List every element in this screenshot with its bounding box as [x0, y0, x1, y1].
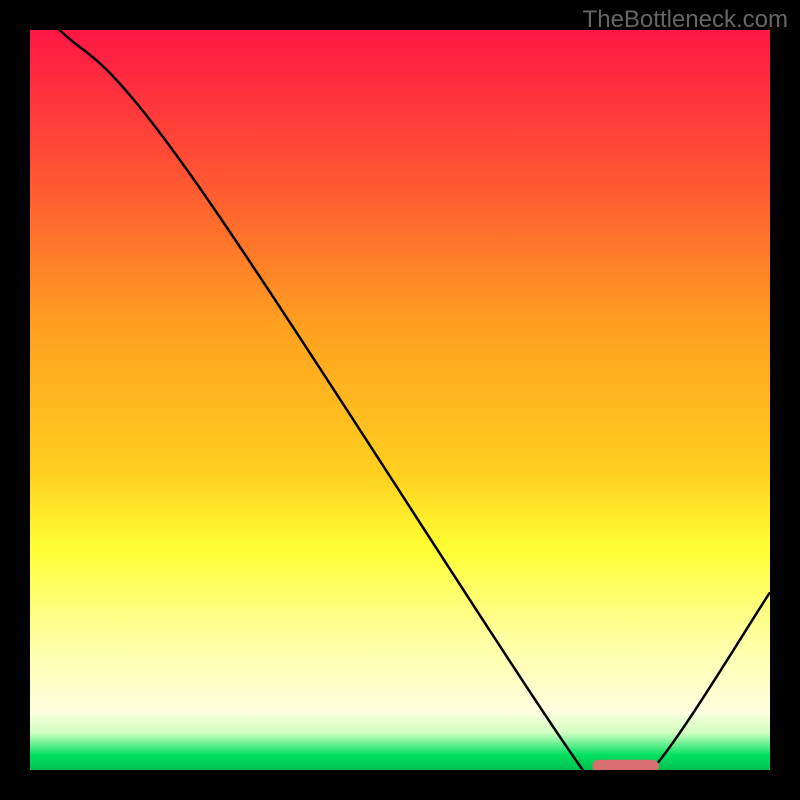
gradient-background	[30, 30, 770, 770]
chart-svg	[30, 30, 770, 770]
plot-area	[30, 30, 770, 770]
chart-container: TheBottleneck.com	[0, 0, 800, 800]
watermark-text: TheBottleneck.com	[583, 6, 788, 34]
optimal-range-marker	[592, 760, 659, 770]
